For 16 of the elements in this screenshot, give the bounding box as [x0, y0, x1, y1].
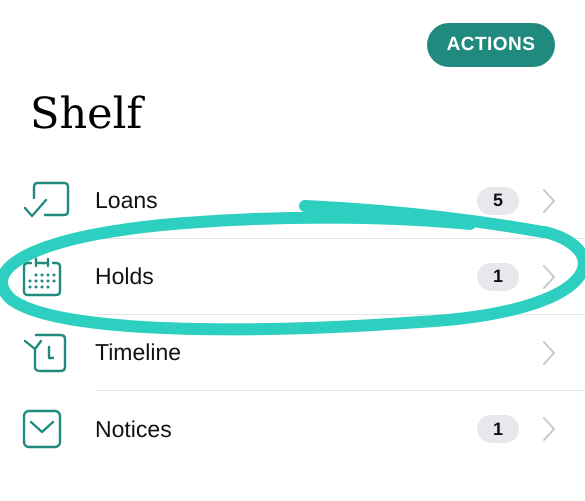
- item-label: Timeline: [95, 338, 182, 368]
- count-badge: 1: [477, 415, 519, 443]
- chevron-icon[interactable]: [543, 264, 555, 288]
- item-label: Loans: [95, 186, 159, 216]
- clock-history-icon: [22, 333, 68, 373]
- calendar-icon: [22, 257, 62, 297]
- envelope-icon: [22, 409, 62, 449]
- item-label: Holds: [95, 262, 155, 292]
- chevron-icon[interactable]: [543, 340, 555, 364]
- item-label: Notices: [95, 414, 173, 444]
- chevron-icon[interactable]: [543, 417, 555, 441]
- count-badge: 5: [477, 186, 519, 214]
- chevron-icon[interactable]: [543, 188, 555, 212]
- actions-button[interactable]: ACTIONS: [427, 23, 555, 67]
- count-badge: 1: [477, 262, 519, 290]
- page-title: Shelf: [30, 93, 585, 136]
